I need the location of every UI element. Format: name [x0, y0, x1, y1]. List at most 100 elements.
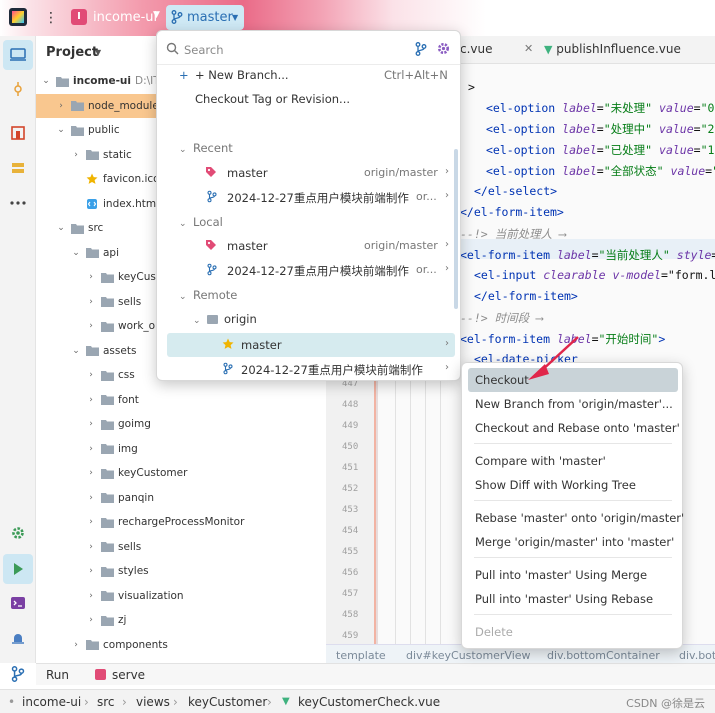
popup-scrollbar[interactable] — [454, 149, 458, 309]
chevron-down-icon[interactable]: ⌄ — [40, 76, 52, 86]
branch-search-input[interactable]: Search — [184, 43, 224, 57]
context-menu-item-show-diff-with-working-tree[interactable]: Show Diff with Working Tree — [468, 473, 678, 497]
branch-item-remote-master[interactable]: master › — [167, 333, 455, 357]
checkout-tag-action[interactable]: Checkout Tag or Revision... — [167, 87, 455, 111]
context-menu-item-new-branch-from-origin-master[interactable]: New Branch from 'origin/master'... — [468, 392, 678, 416]
tab-publish-influence[interactable]: ▼ publishInfluence.vue — [544, 42, 681, 56]
chevron-right-icon[interactable]: › — [85, 566, 97, 576]
status-path-item[interactable]: income-ui — [22, 695, 81, 709]
run-tool-icon[interactable] — [3, 554, 33, 584]
project-name[interactable]: income-ui — [93, 10, 157, 25]
context-menu-item-checkout-and-rebase-onto-master[interactable]: Checkout and Rebase onto 'master' — [468, 416, 680, 440]
chevron-right-icon[interactable]: › — [85, 517, 97, 527]
breadcrumb-item[interactable]: div.bottomContainer — [547, 649, 660, 662]
status-path-item[interactable]: views — [136, 695, 170, 709]
code-line[interactable]: > — [468, 80, 475, 94]
chevron-right-icon[interactable]: › — [85, 370, 97, 380]
code-line[interactable]: </el-form-item> — [474, 289, 578, 303]
chevron-right-icon[interactable]: › — [70, 150, 82, 160]
code-line[interactable]: --!> 当前处理人 ⟶ — [460, 226, 566, 242]
code-line[interactable]: <el-form-item label="当前处理人" style=".. — [460, 247, 715, 263]
tree-item[interactable]: › font — [36, 388, 326, 412]
chevron-down-icon[interactable]: ⌄ — [55, 223, 67, 233]
chevron-right-icon[interactable]: › — [85, 419, 97, 429]
status-path-item[interactable]: keyCustomerCheck.vue — [298, 695, 440, 709]
context-menu-item-rebase-master-onto-origin-master[interactable]: Rebase 'master' onto 'origin/master' — [468, 506, 684, 530]
branch-widget[interactable]: master ▼ — [166, 5, 244, 30]
breadcrumb-item[interactable]: div.bot — [679, 649, 715, 662]
project-tool-icon[interactable] — [3, 40, 33, 70]
code-line[interactable]: <el-option label="处理中" value="2"/> — [486, 121, 715, 137]
bookmarks-tool-icon[interactable] — [3, 153, 33, 183]
more-tools-icon[interactable] — [3, 188, 33, 218]
run-config-tab[interactable]: serve — [112, 668, 145, 682]
group-local[interactable]: ⌄ Local — [179, 215, 223, 229]
chevron-down-icon[interactable]: ⌄ — [70, 346, 82, 356]
services-tool-icon[interactable] — [3, 518, 33, 548]
branch-item-recent-master[interactable]: master origin/master › — [167, 161, 455, 185]
tree-item[interactable]: › goimg — [36, 412, 326, 436]
chevron-right-icon[interactable]: › — [85, 542, 97, 552]
code-line[interactable]: <el-form-item label="开始时间"> — [460, 331, 665, 347]
context-menu-item-checkout[interactable]: Checkout — [468, 368, 678, 392]
tree-item[interactable]: › sells — [36, 535, 326, 559]
code-line[interactable]: --!> 时间段 ⟶ — [460, 310, 543, 326]
chevron-right-icon[interactable]: › — [55, 101, 67, 111]
group-origin[interactable]: ⌄ origin — [193, 312, 257, 326]
code-line[interactable]: <el-option label="全部状态" value=""/> — [486, 163, 715, 179]
main-menu-icon[interactable]: ⋮ — [44, 8, 58, 28]
tab-file[interactable]: c.vue — [460, 42, 493, 56]
terminal-tool-icon[interactable] — [3, 588, 33, 618]
group-recent[interactable]: ⌄ Recent — [179, 141, 233, 155]
code-line[interactable]: <el-option label="已处理" value="1"/> — [486, 142, 715, 158]
git-tool-icon[interactable] — [3, 659, 33, 689]
context-menu-item-pull-into-master-using-rebase[interactable]: Pull into 'master' Using Rebase — [468, 587, 678, 611]
group-remote[interactable]: ⌄ Remote — [179, 288, 237, 302]
gear-icon[interactable] — [437, 42, 450, 55]
structure-tool-icon[interactable] — [3, 118, 33, 148]
breadcrumb-item[interactable]: div#keyCustomerView — [406, 649, 531, 662]
branch-item-remote-feature[interactable]: 2024-12-27重点用户模块前端制作 › — [167, 357, 455, 380]
code-line[interactable]: </el-form-item> — [460, 205, 564, 219]
chevron-right-icon[interactable]: › — [85, 321, 97, 331]
commit-tool-icon[interactable] — [3, 74, 33, 104]
context-menu-item-compare-with-master[interactable]: Compare with 'master' — [468, 449, 678, 473]
branch-item-recent-feature[interactable]: 2024-12-27重点用户模块前端制作 or... › — [167, 185, 455, 209]
chevron-right-icon[interactable]: › — [70, 640, 82, 650]
code-line[interactable]: <el-option label="未处理" value="0"/> — [486, 100, 715, 116]
breadcrumb-item[interactable]: template — [336, 649, 386, 662]
chevron-right-icon[interactable]: › — [85, 395, 97, 405]
tree-item[interactable]: › img — [36, 437, 326, 461]
chevron-right-icon[interactable]: › — [85, 444, 97, 454]
context-menu-item-merge-origin-master-into-master[interactable]: Merge 'origin/master' into 'master' — [468, 530, 678, 554]
app-logo-icon[interactable] — [9, 8, 27, 26]
chevron-right-icon[interactable]: › — [85, 493, 97, 503]
context-menu-item-pull-into-master-using-merge[interactable]: Pull into 'master' Using Merge — [468, 563, 678, 587]
branch-item-local-feature[interactable]: 2024-12-27重点用户模块前端制作 or... › — [167, 258, 455, 282]
chevron-down-icon[interactable]: ⌄ — [70, 248, 82, 258]
chevron-right-icon[interactable]: › — [85, 591, 97, 601]
chevron-down-icon[interactable]: ▼ — [153, 10, 160, 20]
chevron-right-icon[interactable]: › — [85, 615, 97, 625]
git-branch-icon[interactable] — [415, 42, 427, 56]
run-tab[interactable]: Run — [46, 668, 69, 682]
status-path-item[interactable]: src — [97, 695, 115, 709]
tree-item[interactable]: › components — [36, 633, 326, 657]
code-line[interactable]: </el-select> — [474, 184, 557, 198]
problems-tool-icon[interactable] — [3, 623, 33, 653]
chevron-right-icon[interactable]: › — [85, 272, 97, 282]
close-icon[interactable]: ✕ — [524, 42, 533, 55]
branch-item-local-master[interactable]: master origin/master › — [167, 234, 455, 258]
tree-item[interactable]: › visualization — [36, 584, 326, 608]
tree-item[interactable]: › rechargeProcessMonitor — [36, 510, 326, 534]
chevron-down-icon[interactable]: ▼ — [95, 48, 101, 57]
status-path-item[interactable]: keyCustomer — [188, 695, 267, 709]
project-panel-title[interactable]: Project — [46, 45, 98, 60]
chevron-right-icon[interactable]: › — [85, 297, 97, 307]
tree-item[interactable]: › panqin — [36, 486, 326, 510]
code-line[interactable]: <el-input clearable v-model="form.lastA — [474, 268, 715, 282]
tree-item[interactable]: › zj — [36, 608, 326, 632]
tree-item[interactable]: › keyCustomer — [36, 461, 326, 485]
tree-item[interactable]: › styles — [36, 559, 326, 583]
chevron-down-icon[interactable]: ⌄ — [55, 125, 67, 135]
